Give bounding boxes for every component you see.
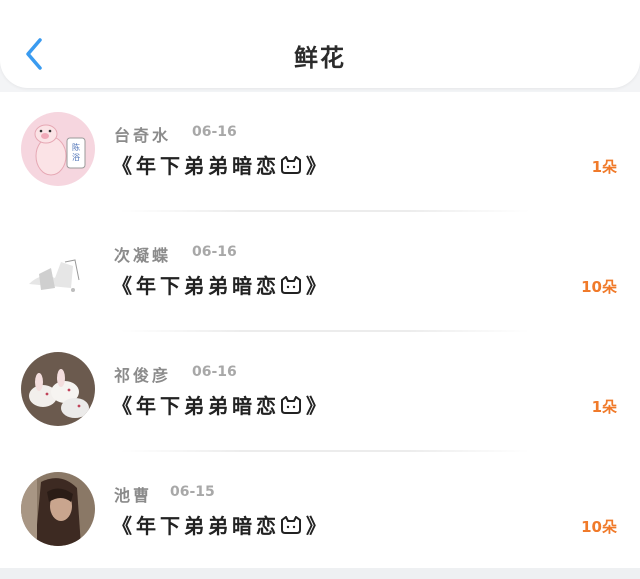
sketch-avatar-image bbox=[21, 232, 95, 306]
send-date: 06-16 bbox=[192, 124, 237, 140]
book-title[interactable]: 《年下弟弟暗恋 》 bbox=[112, 270, 330, 299]
girl-photo-avatar-image bbox=[21, 472, 95, 546]
flower-count: 1朵 bbox=[591, 398, 617, 416]
list-item[interactable]: 祁俊彦 06-16 《年下弟弟暗恋 》 1朵 bbox=[0, 332, 640, 452]
sender-name: 祁俊彦 bbox=[114, 366, 172, 385]
book-title-close: 》 bbox=[306, 274, 330, 298]
svg-text:陈: 陈 bbox=[72, 142, 80, 152]
list-item[interactable]: 池曹 06-15 《年下弟弟暗恋 》 10朵 bbox=[0, 452, 640, 572]
list-item[interactable]: 次凝蝶 06-16 《年下弟弟暗恋 》 10朵 bbox=[0, 212, 640, 332]
send-date: 06-16 bbox=[192, 364, 237, 380]
book-title-close: 》 bbox=[306, 514, 330, 538]
book-title-close: 》 bbox=[306, 394, 330, 418]
bottom-spacer bbox=[0, 568, 640, 579]
book-title[interactable]: 《年下弟弟暗恋 》 bbox=[112, 390, 330, 419]
page-title: 鲜花 bbox=[294, 44, 346, 72]
cat-face-icon bbox=[280, 275, 302, 294]
avatar[interactable]: 陈 浴 bbox=[21, 112, 95, 186]
sender-name: 池曹 bbox=[114, 486, 153, 505]
book-title-close: 》 bbox=[306, 154, 330, 178]
flower-record-list: 陈 浴 台奇水 06-16 《年下弟弟暗恋 》 1朵 次凝蝶 06-16 《年下… bbox=[0, 92, 640, 568]
book-title[interactable]: 《年下弟弟暗恋 》 bbox=[112, 150, 330, 179]
book-title[interactable]: 《年下弟弟暗恋 》 bbox=[112, 510, 330, 539]
list-item[interactable]: 陈 浴 台奇水 06-16 《年下弟弟暗恋 》 1朵 bbox=[0, 92, 640, 212]
avatar[interactable] bbox=[21, 472, 95, 546]
svg-text:浴: 浴 bbox=[72, 152, 80, 162]
book-title-text: 《年下弟弟暗恋 bbox=[112, 274, 280, 298]
top-bar: 鲜花 bbox=[0, 0, 640, 88]
flower-count: 10朵 bbox=[581, 518, 617, 536]
sender-name: 次凝蝶 bbox=[114, 246, 172, 265]
flower-count: 10朵 bbox=[581, 278, 617, 296]
book-title-text: 《年下弟弟暗恋 bbox=[112, 154, 280, 178]
avatar[interactable] bbox=[21, 232, 95, 306]
avatar[interactable] bbox=[21, 352, 95, 426]
flower-count: 1朵 bbox=[591, 158, 617, 176]
book-title-text: 《年下弟弟暗恋 bbox=[112, 514, 280, 538]
pig-cartoon-avatar-image: 陈 浴 bbox=[21, 112, 95, 186]
send-date: 06-15 bbox=[170, 484, 215, 500]
book-title-text: 《年下弟弟暗恋 bbox=[112, 394, 280, 418]
cat-face-icon bbox=[280, 395, 302, 414]
sender-name: 台奇水 bbox=[114, 126, 172, 145]
cat-face-icon bbox=[280, 155, 302, 174]
rabbits-avatar-image bbox=[21, 352, 95, 426]
send-date: 06-16 bbox=[192, 244, 237, 260]
cat-face-icon bbox=[280, 515, 302, 534]
